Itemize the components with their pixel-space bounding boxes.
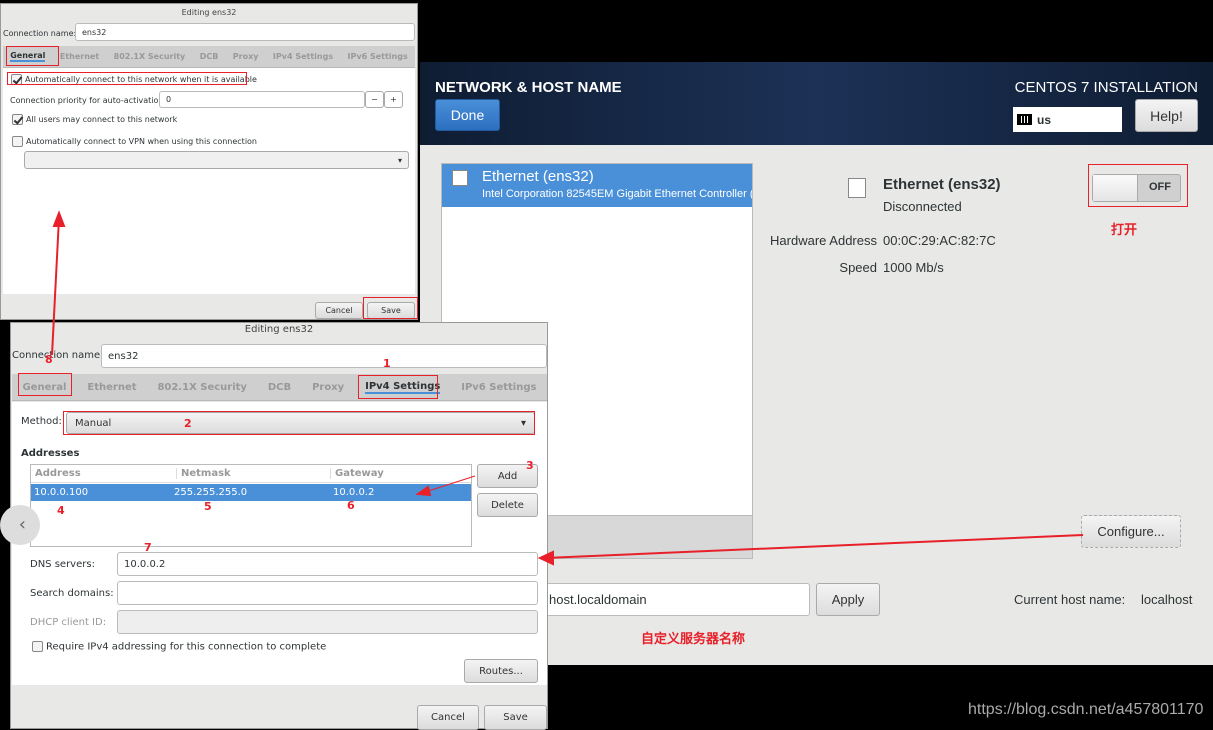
watermark: https://blog.csdn.net/a457801170 [968, 701, 1204, 718]
arrow-to-general [51, 217, 60, 356]
arrow-configure-to-dialog [544, 534, 1084, 559]
arrow-head [537, 550, 554, 566]
arrow-head [415, 485, 432, 497]
arrow-head [52, 210, 66, 227]
annotation-arrows [51, 210, 1084, 566]
arrow-add-to-row [421, 475, 476, 494]
